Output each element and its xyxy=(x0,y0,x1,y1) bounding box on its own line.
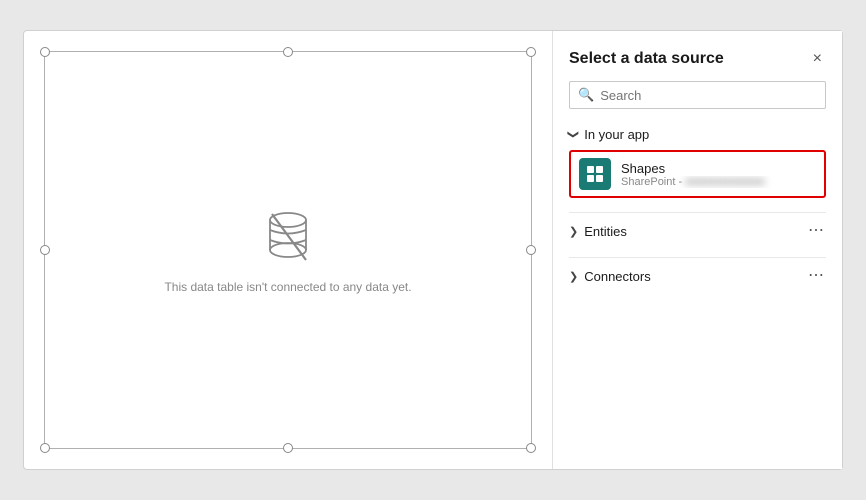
search-icon: 🔍 xyxy=(578,87,594,103)
handle-bottom-right[interactable] xyxy=(526,443,536,453)
handle-bottom-center[interactable] xyxy=(283,443,293,453)
handle-mid-left[interactable] xyxy=(40,245,50,255)
entities-more-button[interactable]: ⋯ xyxy=(808,223,826,239)
handle-top-center[interactable] xyxy=(283,47,293,57)
handle-mid-right[interactable] xyxy=(526,245,536,255)
data-source-panel: Select a data source × 🔍 ❯ In your app xyxy=(552,31,842,469)
chevron-connectors-icon: ❯ xyxy=(569,270,578,283)
connectors-more-button[interactable]: ⋯ xyxy=(808,268,826,284)
handle-top-right[interactable] xyxy=(526,47,536,57)
section-entities-label: Entities xyxy=(584,224,627,239)
shapes-subtitle: SharePoint - ■■■■■■■■■■■■ xyxy=(621,176,816,188)
canvas-content: This data table isn't connected to any d… xyxy=(45,52,531,448)
chevron-in-your-app-icon: ❯ xyxy=(567,130,580,139)
chevron-entities-icon: ❯ xyxy=(569,225,578,238)
shapes-name: Shapes xyxy=(621,161,816,176)
section-connectors-header[interactable]: ❯ Connectors ⋯ xyxy=(569,264,826,288)
close-button[interactable]: × xyxy=(809,49,826,69)
shapes-subtitle-text: SharePoint - xyxy=(621,176,685,188)
shapes-icon-bg xyxy=(579,158,611,190)
shapes-info: Shapes SharePoint - ■■■■■■■■■■■■ xyxy=(621,161,816,188)
canvas-frame: This data table isn't connected to any d… xyxy=(44,51,532,449)
panel-header: Select a data source × xyxy=(569,49,826,69)
section-in-your-app-label: In your app xyxy=(584,127,649,142)
handle-bottom-left[interactable] xyxy=(40,443,50,453)
section-connectors-label: Connectors xyxy=(584,269,650,284)
search-input[interactable] xyxy=(600,88,817,103)
section-in-your-app-header[interactable]: ❯ In your app xyxy=(569,123,826,146)
shapes-subtitle-blurred: ■■■■■■■■■■■■ xyxy=(685,176,765,188)
handle-top-left[interactable] xyxy=(40,47,50,57)
divider-1 xyxy=(569,212,826,213)
divider-2 xyxy=(569,257,826,258)
section-entities-header[interactable]: ❯ Entities ⋯ xyxy=(569,219,826,243)
canvas-area: This data table isn't connected to any d… xyxy=(24,31,552,469)
empty-data-icon xyxy=(256,206,320,270)
shapes-icon xyxy=(585,164,605,184)
section-connectors: ❯ Connectors ⋯ xyxy=(569,264,826,292)
canvas-empty-label: This data table isn't connected to any d… xyxy=(164,280,411,294)
panel-title: Select a data source xyxy=(569,50,724,68)
section-in-your-app: ❯ In your app Shapes SharePoint - ■■■ xyxy=(569,123,826,202)
search-box[interactable]: 🔍 xyxy=(569,81,826,109)
shapes-datasource-item[interactable]: Shapes SharePoint - ■■■■■■■■■■■■ xyxy=(569,150,826,198)
section-entities: ❯ Entities ⋯ xyxy=(569,219,826,247)
main-card: This data table isn't connected to any d… xyxy=(23,30,843,470)
